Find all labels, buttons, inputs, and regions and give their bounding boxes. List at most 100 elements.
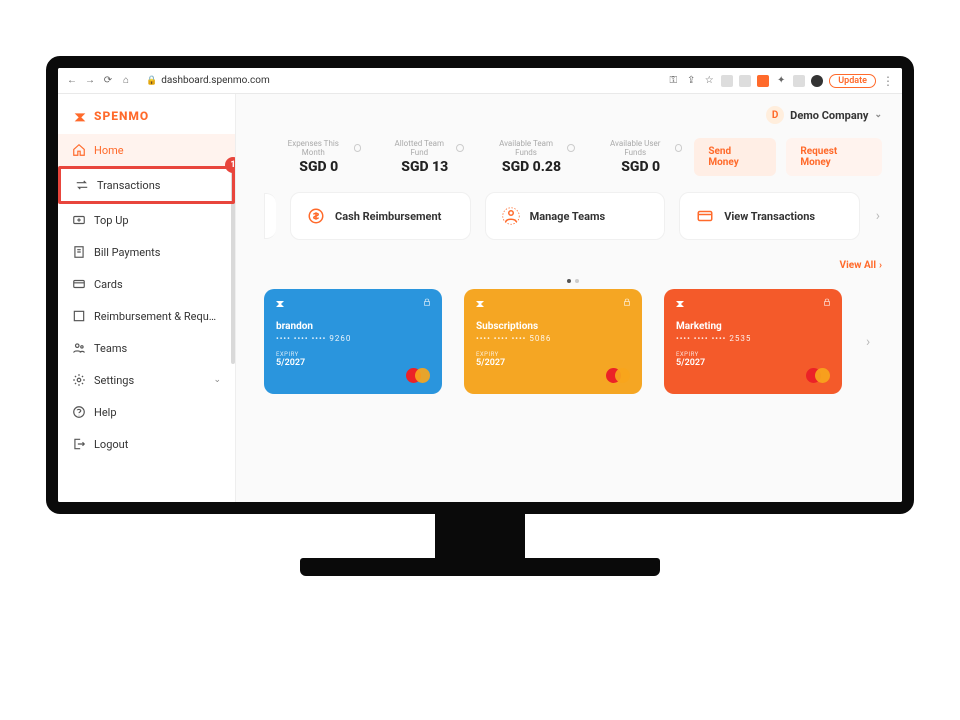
quick-card-teams[interactable]: Manage Teams [485,192,666,240]
puzzle-icon[interactable]: ✦ [775,75,787,87]
home-icon [72,143,86,157]
key-icon[interactable]: ⚿ [667,75,679,87]
sidebar-item-bill-payments[interactable]: Bill Payments [58,236,235,268]
company-name: Demo Company [790,109,868,122]
star-icon[interactable]: ☆ [703,75,715,87]
stat-expenses: Expenses This Month SGD 0 [264,139,373,175]
extension-icon[interactable] [793,75,805,87]
card-icon [696,207,714,225]
carousel-dot[interactable] [575,279,579,283]
quick-card-transactions[interactable]: View Transactions [679,192,860,240]
monitor-stand-base [300,558,660,576]
card-name: Marketing [676,321,830,332]
forward-icon[interactable]: → [84,75,96,87]
card-expiry: 5/2027 [276,358,430,368]
cards-section-header: View All› [264,260,882,271]
monitor-stand-neck [435,514,525,558]
request-money-button[interactable]: Request Money [786,138,882,176]
stat-available-team: Available Team Funds SGD 0.28 [476,139,587,175]
sidebar-item-label: Teams [94,342,127,355]
card-expiry: 5/2027 [476,358,630,368]
stat-label: Available Team Funds [488,139,564,157]
brand-logo[interactable]: SPENMO [58,94,235,134]
sidebar-item-settings[interactable]: Settings ⌄ [58,364,235,396]
sidebar-item-label: Bill Payments [94,246,160,259]
sidebar-item-help[interactable]: Help [58,396,235,428]
quick-actions-row: Cash Reimbursement Manage Teams View Tra… [264,192,882,240]
info-icon[interactable] [567,144,575,152]
company-selector[interactable]: D Demo Company ⌄ [766,106,882,124]
stat-value: SGD 0 [276,159,361,175]
spenmo-mark-icon [674,297,686,309]
kebab-icon[interactable]: ⋮ [882,74,894,88]
teams-icon [72,341,86,355]
extension-icon[interactable] [721,75,733,87]
company-avatar: D [766,106,784,124]
quick-card-label: View Transactions [724,210,815,223]
payment-card[interactable]: Marketing •••• •••• •••• 2535 EXPIRY 5/2… [664,289,842,394]
lock-icon [822,297,832,307]
sidebar: SPENMO Home 1 Transactions [58,94,236,502]
mastercard-icon [606,368,630,384]
quick-card-partial[interactable] [264,193,276,239]
share-icon[interactable]: ⇪ [685,75,697,87]
team-icon [502,207,520,225]
reload-icon[interactable]: ⟳ [102,75,114,87]
sidebar-item-reimbursement[interactable]: Reimbursement & Requests [58,300,235,332]
stat-value: SGD 0 [599,159,682,175]
sidebar-item-transactions[interactable]: Transactions [58,166,235,204]
extension-icon[interactable] [739,75,751,87]
info-icon[interactable] [354,144,362,152]
card-name: brandon [276,321,430,332]
spenmo-logo-icon [72,108,88,124]
sidebar-item-label: Settings [94,374,134,387]
lock-icon [422,297,432,307]
stat-available-user: Available User Funds SGD 0 [587,139,694,175]
cards-row: brandon •••• •••• •••• 9260 EXPIRY 5/202… [264,289,882,394]
main-content: D Demo Company ⌄ Expenses This Month SGD… [236,94,902,502]
home-icon[interactable]: ⌂ [120,75,132,87]
bill-icon [72,245,86,259]
mastercard-icon [806,368,830,384]
brand-name: SPENMO [94,109,149,123]
info-icon[interactable] [456,144,464,152]
gear-icon [72,373,86,387]
back-icon[interactable]: ← [66,75,78,87]
payment-card[interactable]: Subscriptions •••• •••• •••• 5086 EXPIRY… [464,289,642,394]
update-button[interactable]: Update [829,74,876,88]
sidebar-item-label: Help [94,406,117,419]
url-text: dashboard.spenmo.com [161,75,270,86]
extension-icon[interactable] [757,75,769,87]
sidebar-item-home[interactable]: Home [58,134,235,166]
card-name: Subscriptions [476,321,630,332]
card-number: •••• •••• •••• 5086 [476,334,630,343]
carousel-dot[interactable] [567,279,571,283]
send-money-button[interactable]: Send Money [694,138,776,176]
card-number: •••• •••• •••• 9260 [276,334,430,343]
chevron-right-icon: › [879,260,882,271]
quick-card-label: Manage Teams [530,210,606,223]
topup-icon [72,213,86,227]
quick-card-label: Cash Reimbursement [335,210,441,223]
sidebar-item-topup[interactable]: Top Up [58,204,235,236]
reimbursement-icon [72,309,86,323]
spenmo-mark-icon [474,297,486,309]
money-icon [307,207,325,225]
payment-card[interactable]: brandon •••• •••• •••• 9260 EXPIRY 5/202… [264,289,442,394]
chevron-down-icon: ⌄ [874,110,882,120]
view-all-link[interactable]: View All› [840,260,882,271]
info-icon[interactable] [675,144,683,152]
quick-card-reimbursement[interactable]: Cash Reimbursement [290,192,471,240]
sidebar-item-label: Top Up [94,214,129,227]
sidebar-item-logout[interactable]: Logout [58,428,235,460]
carousel-next-icon[interactable]: › [864,334,872,350]
carousel-next-icon[interactable]: › [874,208,882,224]
stat-value: SGD 0.28 [488,159,575,175]
sidebar-item-label: Transactions [97,179,160,192]
sidebar-item-cards[interactable]: Cards [58,268,235,300]
sidebar-item-teams[interactable]: Teams [58,332,235,364]
spenmo-mark-icon [274,297,286,309]
app-root: SPENMO Home 1 Transactions [58,94,902,502]
address-bar[interactable]: 🔒 dashboard.spenmo.com [138,75,661,86]
profile-avatar-icon[interactable] [811,75,823,87]
